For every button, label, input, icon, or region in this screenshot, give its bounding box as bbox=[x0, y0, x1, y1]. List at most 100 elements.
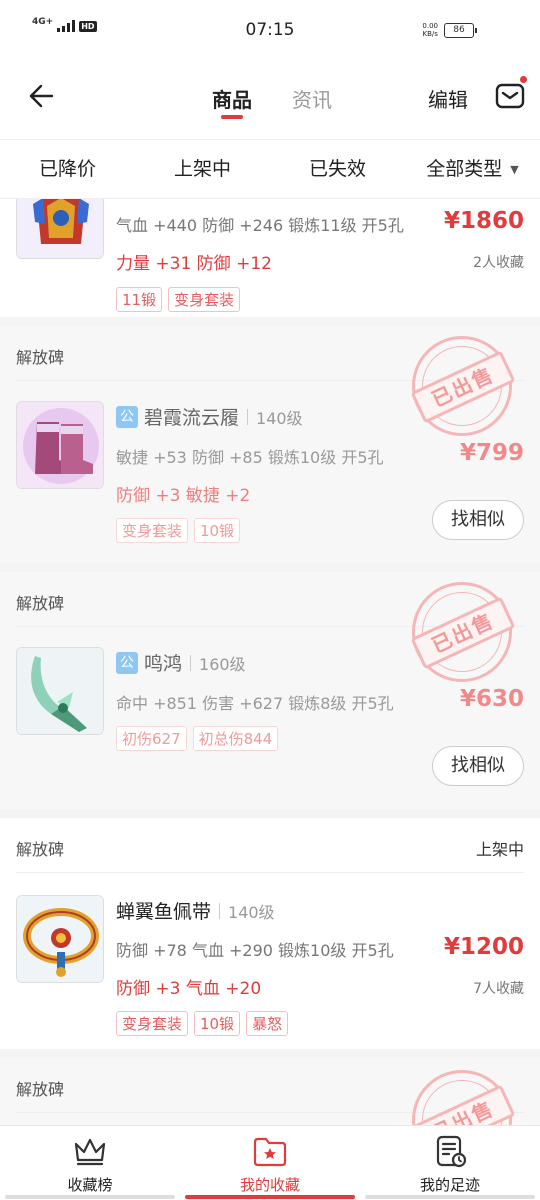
server-name: 解放碑 bbox=[16, 594, 65, 613]
sold-stamp-text: 已出售 bbox=[410, 596, 516, 670]
back-arrow-icon[interactable] bbox=[26, 80, 58, 112]
fav-count: 2人收藏 bbox=[473, 255, 524, 271]
filter-label: 已失效 bbox=[308, 158, 366, 180]
item-title: 公 碧霞流云履 140级 bbox=[116, 403, 303, 430]
public-badge: 公 bbox=[116, 651, 138, 674]
crown-icon bbox=[74, 1138, 106, 1166]
edit-button[interactable]: 编辑 bbox=[428, 84, 468, 113]
item-level: 160级 bbox=[199, 654, 246, 674]
tag: 10锻 bbox=[194, 1011, 241, 1036]
item-tags: 变身套装 10锻 暴怒 bbox=[116, 1011, 289, 1036]
tag: 变身套装 bbox=[116, 518, 189, 543]
belt-icon bbox=[17, 896, 103, 982]
nav-indicator bbox=[5, 1195, 175, 1199]
card-header: 解放碑 上架中 bbox=[16, 818, 524, 873]
divider bbox=[190, 654, 192, 671]
tag: 10锻 bbox=[194, 518, 241, 543]
net-speed-value: 0.00 bbox=[422, 22, 438, 30]
item-thumbnail bbox=[16, 647, 104, 735]
net-speed: 0.00 KB/s bbox=[422, 22, 438, 38]
item-thumbnail bbox=[16, 401, 104, 489]
mail-icon[interactable] bbox=[494, 80, 526, 112]
list-item[interactable]: 解放碑 已出售 bbox=[0, 1058, 540, 1125]
nav-favorites-ranking[interactable]: 收藏榜 bbox=[0, 1126, 180, 1200]
battery-level: 86 bbox=[453, 24, 465, 35]
tag: 初伤627 bbox=[116, 726, 187, 751]
nav-label: 我的收藏 bbox=[239, 1176, 300, 1194]
item-price: ¥799 bbox=[459, 440, 524, 466]
filter-price-dropped[interactable]: 已降价 bbox=[0, 140, 135, 198]
item-thumbnail bbox=[16, 199, 104, 259]
server-name: 解放碑 bbox=[16, 348, 65, 367]
active-tab-indicator bbox=[221, 115, 243, 119]
tag: 暴怒 bbox=[246, 1011, 289, 1036]
item-title: 公 鸣鸿 160级 bbox=[116, 649, 246, 676]
tag: 11锻 bbox=[116, 287, 163, 312]
item-level: 140级 bbox=[256, 408, 303, 428]
star-folder-icon bbox=[253, 1137, 287, 1167]
divider bbox=[219, 902, 221, 919]
find-similar-button[interactable]: 找相似 bbox=[432, 500, 524, 540]
tag: 变身套装 bbox=[168, 287, 241, 312]
item-stats: 敏捷 +53 防御 +85 锻炼10级 开5孔 bbox=[116, 448, 384, 467]
net-speed-unit: KB/s bbox=[422, 30, 438, 38]
sold-stamp-text: 已出售 bbox=[410, 1084, 516, 1125]
server-name: 解放碑 bbox=[16, 1080, 65, 1099]
tab-goods[interactable]: 商品 bbox=[212, 84, 252, 113]
item-name: 鸣鸿 bbox=[144, 653, 183, 675]
item-stats: 气血 +440 防御 +246 锻炼11级 开5孔 bbox=[116, 216, 404, 235]
notification-dot bbox=[520, 76, 527, 83]
filter-label: 已降价 bbox=[38, 158, 96, 180]
list-item[interactable]: 气血 +440 防御 +246 锻炼11级 开5孔 力量 +31 防御 +12 … bbox=[0, 199, 540, 317]
nav-indicator bbox=[185, 1195, 355, 1199]
tab-news[interactable]: 资讯 bbox=[292, 84, 332, 113]
item-price: ¥1860 bbox=[443, 208, 524, 234]
find-similar-button[interactable]: 找相似 bbox=[432, 746, 524, 786]
tag: 初总伤844 bbox=[192, 726, 279, 751]
item-name: 蝉翼鱼佩带 bbox=[116, 901, 212, 923]
nav-label: 收藏榜 bbox=[67, 1176, 113, 1194]
nav-my-history[interactable]: 我的足迹 bbox=[360, 1126, 540, 1200]
armor-icon bbox=[17, 199, 103, 258]
item-bonus: 防御 +3 敏捷 +2 bbox=[116, 486, 251, 506]
list-item[interactable]: 解放碑 上架中 蝉翼鱼佩带 140级 防御 +78 气血 +290 锻炼10级 … bbox=[0, 818, 540, 1049]
item-tags: 11锻 变身套装 bbox=[116, 287, 241, 312]
caret-down-icon: ▼ bbox=[510, 163, 519, 176]
item-stats: 防御 +78 气血 +290 锻炼10级 开5孔 bbox=[116, 941, 394, 960]
item-stats: 命中 +851 伤害 +627 锻炼8级 开5孔 bbox=[116, 694, 394, 713]
nav-label: 我的足迹 bbox=[419, 1176, 480, 1194]
filter-label: 全部类型 bbox=[426, 158, 503, 180]
server-name: 解放碑 bbox=[16, 840, 65, 859]
nav-my-favorites[interactable]: 我的收藏 bbox=[180, 1126, 360, 1200]
item-level: 140级 bbox=[228, 902, 275, 922]
fav-count: 7人收藏 bbox=[473, 981, 524, 997]
favorites-list: 气血 +440 防御 +246 锻炼11级 开5孔 力量 +31 防御 +12 … bbox=[0, 199, 540, 1125]
filter-expired[interactable]: 已失效 bbox=[270, 140, 405, 198]
item-thumbnail bbox=[16, 895, 104, 983]
nav-indicator bbox=[365, 1195, 535, 1199]
item-tags: 变身套装 10锻 bbox=[116, 518, 241, 543]
item-title: 蝉翼鱼佩带 140级 bbox=[116, 897, 275, 924]
listing-status: 上架中 bbox=[475, 840, 524, 859]
filter-label: 上架中 bbox=[173, 158, 231, 180]
history-doc-icon bbox=[436, 1135, 467, 1168]
item-price: ¥630 bbox=[459, 686, 524, 712]
list-item[interactable]: 解放碑 已出售 公 鸣鸿 160级 命中 +851 伤害 +627 锻炼8级 开… bbox=[0, 572, 540, 809]
status-bar: 4G+ HD 07:15 0.00 KB/s 86 bbox=[0, 0, 540, 62]
list-item[interactable]: 解放碑 已出售 公 碧霞流云履 140级 敏捷 +53 防御 +85 锻炼10级… bbox=[0, 326, 540, 563]
divider bbox=[247, 408, 249, 425]
filter-all-types[interactable]: 全部类型 ▼ bbox=[405, 140, 540, 198]
public-badge: 公 bbox=[116, 405, 138, 428]
filter-on-sale[interactable]: 上架中 bbox=[135, 140, 270, 198]
sold-stamp-text: 已出售 bbox=[410, 350, 516, 424]
battery-icon: 86 bbox=[444, 22, 477, 38]
item-bonus: 力量 +31 防御 +12 bbox=[116, 254, 272, 274]
item-name: 碧霞流云履 bbox=[144, 407, 240, 429]
boots-icon bbox=[17, 402, 103, 488]
item-bonus: 防御 +3 气血 +20 bbox=[116, 979, 262, 999]
item-price: ¥1200 bbox=[443, 934, 524, 960]
sold-stamp: 已出售 bbox=[410, 582, 516, 682]
top-nav: 商品 资讯 编辑 bbox=[0, 62, 540, 140]
blade-icon bbox=[17, 648, 103, 734]
tag: 变身套装 bbox=[116, 1011, 189, 1036]
